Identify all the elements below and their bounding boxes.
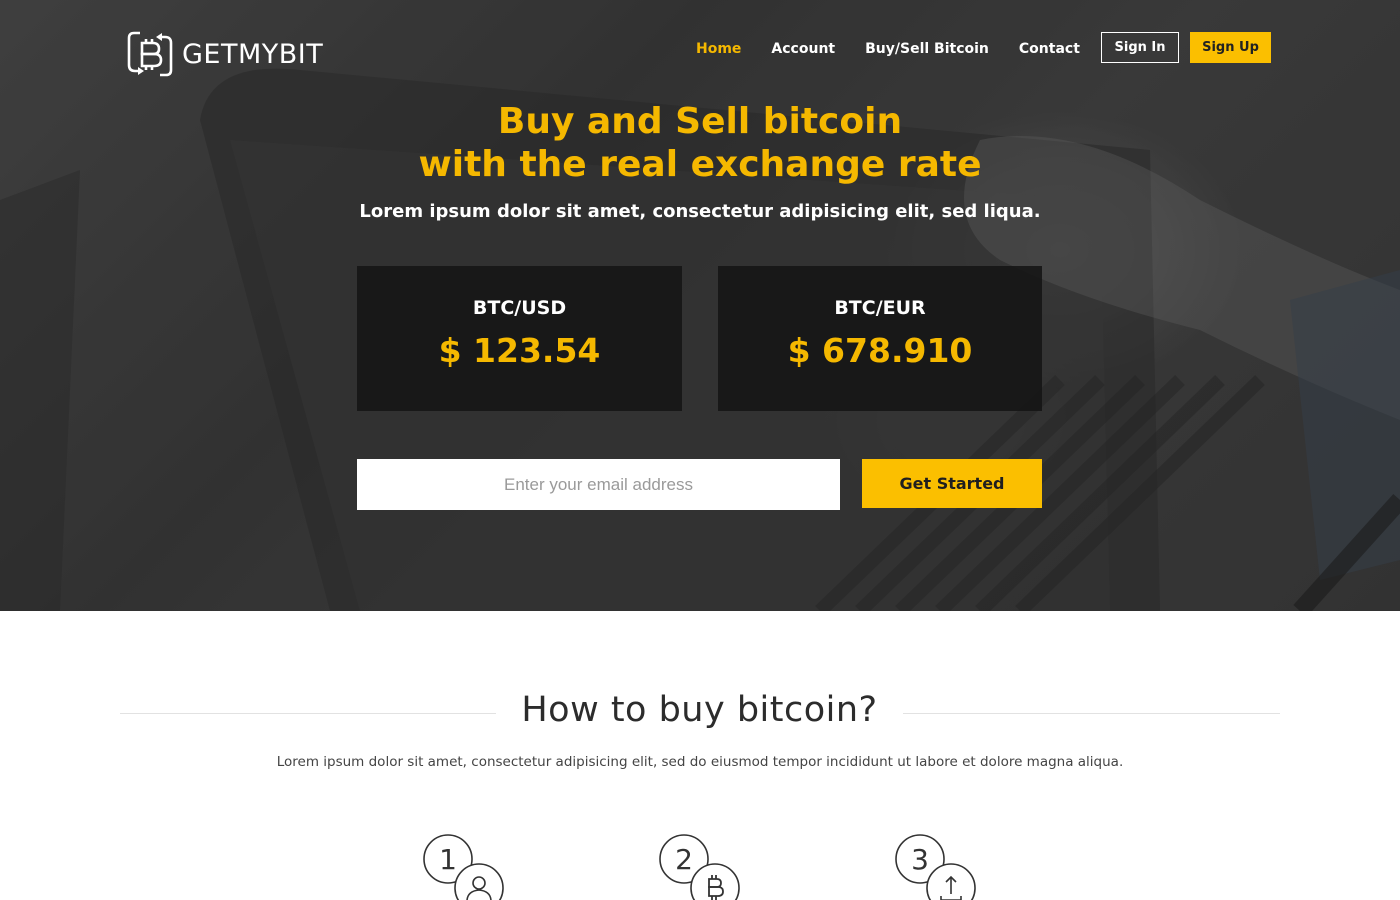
main-nav: Home Account Buy/Sell Bitcoin Contact bbox=[696, 40, 1110, 58]
section-subtitle: Lorem ipsum dolor sit amet, consectetur … bbox=[276, 754, 1124, 770]
sign-up-button[interactable]: Sign Up bbox=[1190, 32, 1271, 63]
rate-pair-label: BTC/EUR bbox=[834, 297, 926, 319]
hero-section: GETMYBIT Home Account Buy/Sell Bitcoin C… bbox=[0, 0, 1400, 611]
step-2: 2 bbox=[656, 832, 746, 900]
brand-name: GETMYBIT bbox=[182, 38, 324, 70]
get-started-button[interactable]: Get Started bbox=[862, 459, 1042, 508]
bitcoin-exchange-icon bbox=[127, 31, 173, 77]
step-number: 2 bbox=[675, 843, 693, 876]
step-number: 1 bbox=[439, 843, 457, 876]
divider-right bbox=[903, 713, 1280, 714]
email-input[interactable] bbox=[357, 459, 840, 510]
rate-card-btc-eur: BTC/EUR $ 678.910 bbox=[718, 266, 1042, 411]
rate-pair-label: BTC/USD bbox=[472, 297, 567, 319]
step-3: 3 bbox=[892, 832, 982, 900]
hero-subtitle: Lorem ipsum dolor sit amet, consectetur … bbox=[359, 201, 1041, 222]
nav-item-home[interactable]: Home bbox=[696, 40, 741, 58]
brand-logo[interactable]: GETMYBIT bbox=[126, 27, 323, 81]
section-title: How to buy bitcoin? bbox=[521, 690, 878, 730]
rate-value: $ 678.910 bbox=[787, 331, 973, 370]
nav-item-account[interactable]: Account bbox=[771, 40, 835, 58]
sign-in-button[interactable]: Sign In bbox=[1101, 32, 1179, 63]
nav-item-contact[interactable]: Contact bbox=[1019, 40, 1080, 58]
rate-value: $ 123.54 bbox=[438, 331, 601, 370]
step-1: 1 bbox=[420, 832, 510, 900]
hero-title-line-2: with the real exchange rate bbox=[418, 144, 982, 185]
hero-title-line-1: Buy and Sell bitcoin bbox=[497, 101, 903, 142]
hero-overlay bbox=[0, 0, 1400, 611]
divider-left bbox=[120, 713, 496, 714]
rate-card-btc-usd: BTC/USD $ 123.54 bbox=[357, 266, 682, 411]
step-number: 3 bbox=[911, 843, 929, 876]
nav-item-buy-sell-bitcoin[interactable]: Buy/Sell Bitcoin bbox=[865, 40, 989, 58]
hero-title: Buy and Sell bitcoin with the real excha… bbox=[300, 100, 1100, 186]
